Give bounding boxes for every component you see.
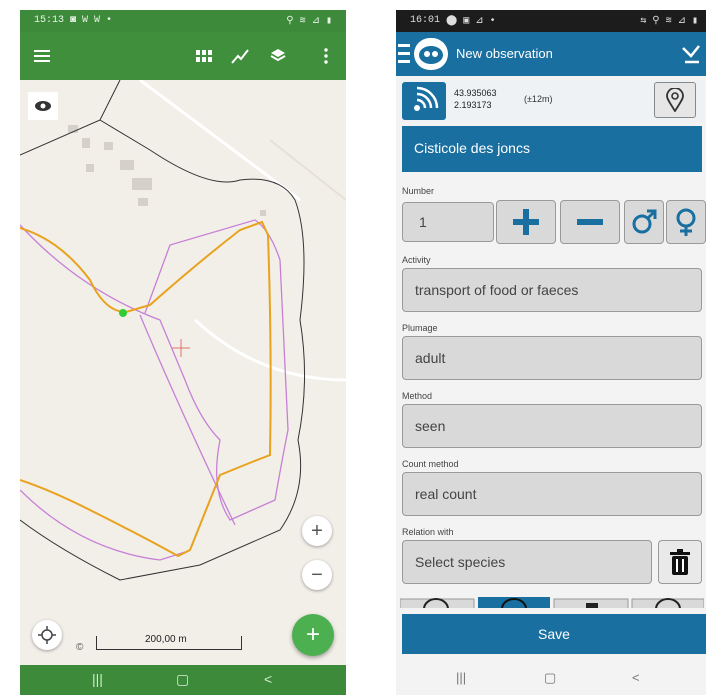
nav-recent-button[interactable]: ||| (92, 671, 103, 687)
gps-longitude: 2.193173 (454, 100, 492, 110)
method-field[interactable]: seen (402, 404, 702, 448)
hamburger-icon[interactable] (28, 42, 56, 70)
trash-icon (670, 549, 690, 575)
more-vert-icon[interactable] (312, 42, 340, 70)
outline-path (20, 80, 306, 581)
save-button[interactable]: Save (402, 614, 706, 654)
status-time: 15:13 (34, 15, 65, 26)
minus-icon (577, 219, 603, 225)
nav-back-button[interactable]: < (632, 670, 640, 685)
gps-signal-icon[interactable] (402, 82, 446, 120)
gps-coordinates: 43.935063 2.193173 (454, 87, 497, 111)
add-observation-fab[interactable]: + (292, 614, 334, 656)
tab-strip[interactable] (400, 596, 704, 608)
nav-recent-button[interactable]: ||| (456, 670, 466, 685)
plus-icon (513, 209, 539, 235)
plumage-field[interactable]: adult (402, 336, 702, 380)
male-button[interactable] (624, 200, 664, 244)
delete-relation-button[interactable] (658, 540, 702, 584)
grid-icon[interactable] (190, 42, 218, 70)
page-title: New observation (456, 46, 553, 61)
relation-label: Relation with (402, 527, 454, 537)
number-input[interactable]: 1 (402, 202, 494, 242)
gps-latitude: 43.935063 (454, 88, 497, 98)
map-toolbar (20, 32, 346, 80)
map-app-screen: 15:13 ◙ W W • ⚲ ≋ ⊿ ▮ + − + © 200,00 m |… (20, 10, 346, 695)
locate-icon[interactable] (32, 620, 62, 650)
method-label: Method (402, 391, 433, 401)
map-view[interactable] (20, 80, 346, 655)
relation-species-field[interactable]: Select species (402, 540, 652, 584)
hamburger-icon[interactable] (398, 44, 410, 69)
decrement-button[interactable] (560, 200, 620, 244)
map-pin-button[interactable] (654, 82, 696, 118)
map-pin-icon (666, 88, 684, 112)
observation-app-screen: 16:01 ⬤ ▣ ⊿ • ⇆ ⚲ ≋ ⊿ ▮ New observation … (396, 10, 706, 695)
system-nav-bar: ||| ▢ < (396, 662, 706, 695)
draw-line-icon[interactable] (226, 42, 254, 70)
status-notification-icons: ⬤ ▣ ⊿ • (446, 16, 496, 27)
number-label: Number (402, 186, 435, 196)
male-icon (632, 209, 657, 234)
map-copyright[interactable]: © (76, 642, 83, 653)
bird-tool-icon[interactable] (682, 44, 700, 69)
status-system-icons: ⚲ ≋ ⊿ ▮ (286, 16, 332, 27)
scale-bar: 200,00 m (96, 634, 242, 650)
activity-field[interactable]: transport of food or faeces (402, 268, 702, 312)
app-header: New observation (396, 32, 706, 76)
system-nav-bar: ||| ▢ < (20, 665, 346, 695)
gps-panel: 43.935063 2.193173 (±12m) (400, 80, 704, 122)
app-logo-icon (414, 38, 448, 70)
status-bar: 16:01 ⬤ ▣ ⊿ • ⇆ ⚲ ≋ ⊿ ▮ (396, 10, 706, 32)
layers-icon[interactable] (264, 42, 292, 70)
plumage-label: Plumage (402, 323, 438, 333)
status-bar: 15:13 ◙ W W • ⚲ ≋ ⊿ ▮ (20, 10, 346, 32)
activity-label: Activity (402, 255, 431, 265)
species-selector[interactable]: Cisticole des joncs (402, 126, 702, 172)
female-icon (676, 208, 696, 236)
gps-accuracy: (±12m) (524, 94, 553, 104)
status-system-icons: ⇆ ⚲ ≋ ⊿ ▮ (640, 16, 698, 27)
nav-home-button[interactable]: ▢ (544, 670, 556, 686)
count-method-label: Count method (402, 459, 459, 469)
increment-button[interactable] (496, 200, 556, 244)
eye-icon[interactable] (28, 92, 58, 120)
scale-label: 200,00 m (145, 634, 187, 645)
nav-home-button[interactable]: ▢ (176, 671, 189, 688)
count-method-field[interactable]: real count (402, 472, 702, 516)
status-time: 16:01 (410, 15, 441, 26)
status-notification-icons: ◙ W W • (70, 15, 113, 26)
female-button[interactable] (666, 200, 706, 244)
zoom-in-button[interactable]: + (302, 516, 332, 546)
zoom-out-button[interactable]: − (302, 560, 332, 590)
nav-back-button[interactable]: < (264, 671, 272, 687)
